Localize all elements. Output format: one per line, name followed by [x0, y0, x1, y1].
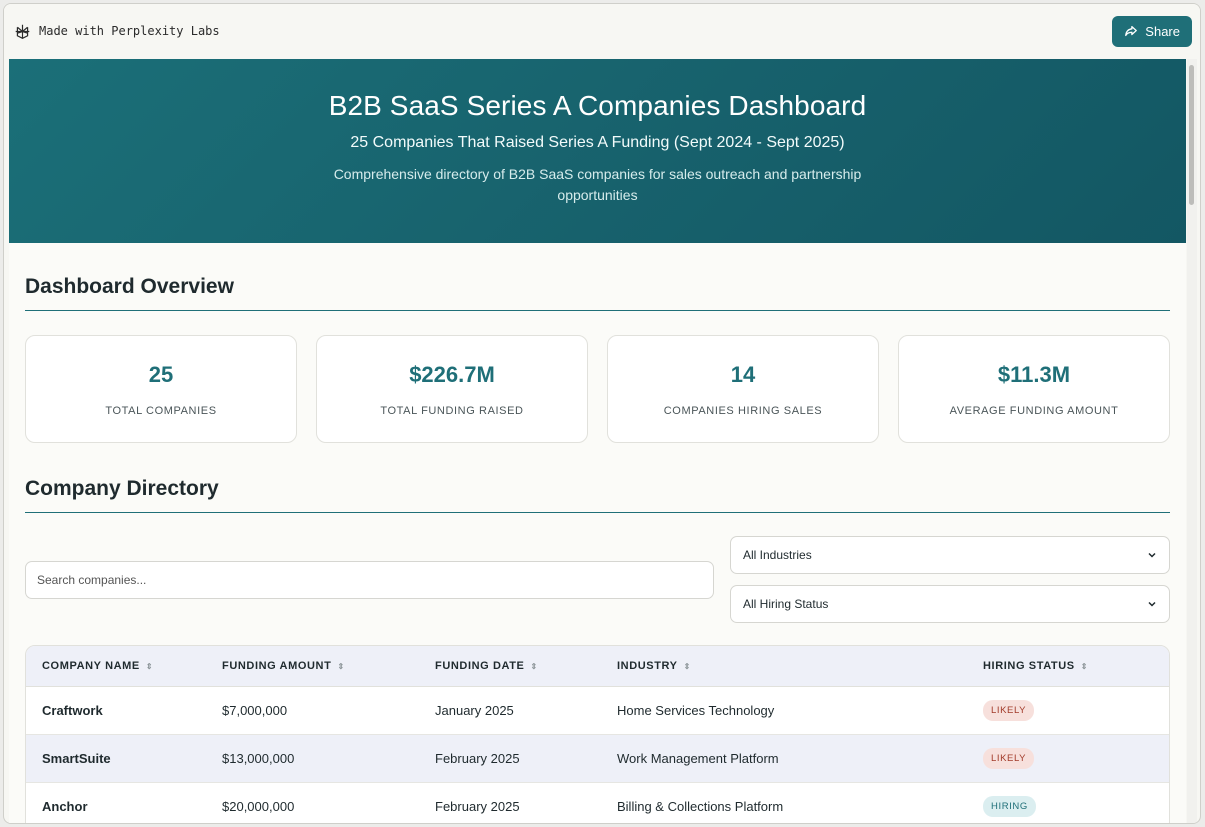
stat-value: 25 — [148, 361, 174, 387]
table-row[interactable]: SmartSuite $13,000,000 February 2025 Wor… — [26, 735, 1169, 783]
page-title: B2B SaaS Series A Companies Dashboard — [328, 90, 867, 121]
status-badge: LIKELY — [983, 700, 1035, 721]
column-label: FUNDING AMOUNT — [222, 660, 332, 672]
brand-text: Made with Perplexity Labs — [39, 24, 220, 38]
sort-icon: ⇕ — [1080, 661, 1089, 671]
stat-label: TOTAL FUNDING RAISED — [380, 404, 524, 417]
stat-value: $226.7M — [409, 361, 495, 387]
hiring-status-cell: LIKELY — [983, 700, 1169, 721]
column-header-funding-date[interactable]: FUNDING DATE ⇕ — [435, 660, 617, 672]
hiring-status-select[interactable]: All Hiring Status — [730, 585, 1170, 623]
page-content: B2B SaaS Series A Companies Dashboard 25… — [9, 59, 1186, 823]
company-table: COMPANY NAME ⇕ FUNDING AMOUNT ⇕ FUNDING DA… — [25, 645, 1170, 823]
share-label: Share — [1145, 23, 1180, 39]
sort-icon: ⇕ — [530, 661, 538, 671]
column-label: FUNDING DATE — [435, 660, 525, 672]
table-row[interactable]: Craftwork $7,000,000 January 2025 Home S… — [26, 687, 1169, 735]
stat-card-total-companies: 25 TOTAL COMPANIES — [25, 335, 297, 443]
sort-icon: ⇕ — [683, 661, 691, 671]
hiring-status-cell: HIRING — [983, 796, 1169, 817]
directory-title: Company Directory — [25, 443, 1170, 513]
industry-select[interactable]: All Industries — [730, 536, 1170, 574]
company-name-cell: Craftwork — [42, 703, 103, 718]
app-window: Made with Perplexity Labs Share B2B SaaS… — [3, 3, 1201, 824]
hiring-status-cell: LIKELY — [983, 748, 1169, 769]
funding-amount-cell: $13,000,000 — [222, 751, 295, 766]
funding-amount-cell: $7,000,000 — [222, 703, 288, 718]
funding-date-cell: January 2025 — [435, 703, 514, 718]
stat-card-total-funding: $226.7M TOTAL FUNDING RAISED — [316, 335, 588, 443]
industry-cell: Home Services Technology — [617, 703, 775, 718]
column-label: COMPANY NAME — [42, 660, 140, 672]
perplexity-logo-icon — [15, 24, 30, 39]
stat-label: COMPANIES HIRING SALES — [663, 404, 823, 417]
page-description: Comprehensive directory of B2B SaaS comp… — [333, 166, 862, 203]
industry-cell: Work Management Platform — [617, 751, 779, 766]
page-subtitle: 25 Companies That Raised Series A Fundin… — [350, 134, 845, 151]
funding-date-cell: February 2025 — [435, 799, 520, 814]
funding-amount-cell: $20,000,000 — [222, 799, 295, 814]
column-label: HIRING STATUS — [983, 660, 1075, 672]
stat-card-hiring-sales: 14 COMPANIES HIRING SALES — [607, 335, 879, 443]
chevron-down-icon — [1148, 601, 1156, 607]
status-badge: HIRING — [983, 796, 1036, 817]
hero-banner: B2B SaaS Series A Companies Dashboard 25… — [9, 59, 1186, 243]
scrollbar-thumb[interactable] — [1189, 65, 1194, 205]
stats-row: 25 TOTAL COMPANIES $226.7M TOTAL FUNDING… — [25, 335, 1170, 443]
table-header: COMPANY NAME ⇕ FUNDING AMOUNT ⇕ FUNDING DA… — [26, 646, 1169, 687]
funding-date-cell: February 2025 — [435, 751, 520, 766]
industry-cell: Billing & Collections Platform — [617, 799, 784, 814]
stat-card-average-funding: $11.3M AVERAGE FUNDING AMOUNT — [898, 335, 1170, 443]
stat-label: TOTAL COMPANIES — [105, 404, 217, 417]
search-input[interactable] — [25, 560, 714, 599]
stat-label: AVERAGE FUNDING AMOUNT — [949, 404, 1119, 417]
share-icon — [1125, 25, 1138, 37]
table-row[interactable]: Anchor $20,000,000 February 2025 Billing… — [26, 783, 1169, 823]
share-button[interactable]: Share — [1112, 15, 1192, 47]
column-label: INDUSTRY — [617, 660, 678, 672]
column-header-hiring-status[interactable]: HIRING STATUS ⇕ — [983, 660, 1169, 672]
vertical-scrollbar[interactable] — [1187, 59, 1197, 823]
chevron-down-icon — [1148, 552, 1156, 558]
filter-bar: All Industries All Hiring Status — [25, 536, 1170, 623]
column-header-industry[interactable]: INDUSTRY ⇕ — [617, 660, 983, 672]
sort-icon: ⇕ — [337, 661, 345, 671]
overview-title: Dashboard Overview — [25, 243, 1170, 311]
top-bar: Made with Perplexity Labs Share — [4, 4, 1200, 58]
company-name-cell: Anchor — [42, 799, 88, 814]
stat-value: $11.3M — [997, 361, 1071, 387]
status-badge: LIKELY — [983, 748, 1035, 769]
hiring-status-select-value: All Hiring Status — [743, 597, 829, 611]
company-name-cell: SmartSuite — [42, 751, 111, 766]
overview-section: Dashboard Overview 25 TOTAL COMPANIES $2… — [9, 243, 1186, 823]
industry-select-value: All Industries — [743, 548, 812, 562]
filter-selects: All Industries All Hiring Status — [730, 536, 1170, 623]
sort-icon: ⇕ — [145, 661, 154, 671]
column-header-company-name[interactable]: COMPANY NAME ⇕ — [26, 660, 222, 672]
column-header-funding-amount[interactable]: FUNDING AMOUNT ⇕ — [222, 660, 435, 672]
brand: Made with Perplexity Labs — [14, 23, 220, 40]
stat-value: 14 — [730, 361, 756, 387]
